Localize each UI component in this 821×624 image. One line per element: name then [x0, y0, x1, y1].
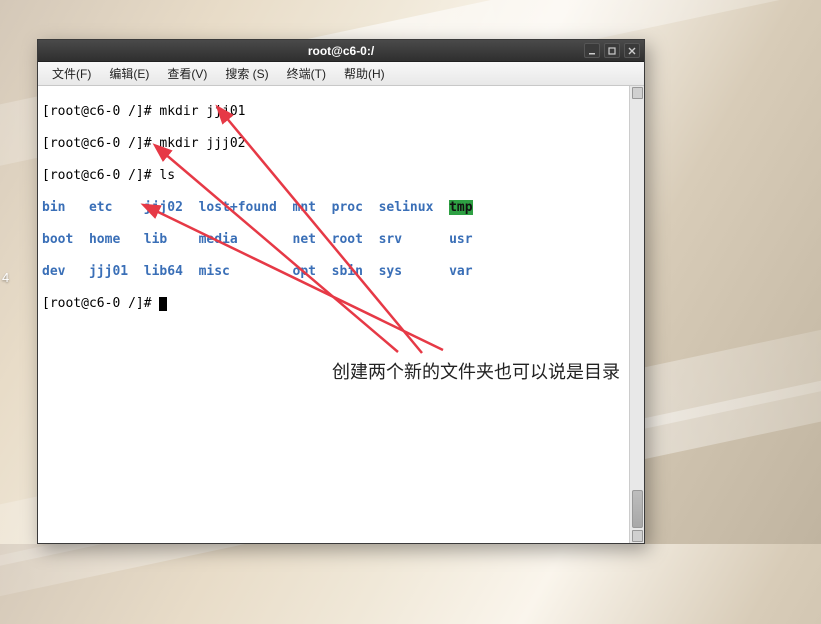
scroll-up-button[interactable] — [632, 87, 643, 99]
dir-entry: lib64 — [144, 264, 183, 279]
dir-entry: lost+found — [199, 200, 277, 215]
window-title: root@c6-0:/ — [308, 44, 374, 58]
maximize-icon — [608, 47, 616, 55]
dir-entry: proc — [332, 200, 363, 215]
dir-entry: opt — [293, 264, 316, 279]
dir-entry: etc — [89, 200, 112, 215]
ls-row: dev jjj01 lib64 misc opt sbin sys var — [42, 264, 625, 280]
window-controls — [584, 43, 640, 58]
terminal-line: [root@c6-0 /]# mkdir jjj01 — [42, 104, 625, 120]
dir-entry: net — [293, 232, 316, 247]
ls-row: boot home lib media net root srv usr — [42, 232, 625, 248]
dir-entry-tmp: tmp — [449, 200, 472, 215]
desktop-indicator: 4 — [2, 270, 9, 285]
menu-view[interactable]: 查看(V) — [159, 63, 215, 84]
dir-entry: var — [449, 264, 472, 279]
dir-entry: root — [332, 232, 363, 247]
terminal-line: [root@c6-0 /]# ls — [42, 168, 625, 184]
dir-entry: sbin — [332, 264, 363, 279]
dir-entry: media — [199, 232, 238, 247]
dir-entry: bin — [42, 200, 65, 215]
dir-entry: lib — [144, 232, 167, 247]
ls-row: bin etc jjj02 lost+found mnt proc selinu… — [42, 200, 625, 216]
menubar: 文件(F) 编辑(E) 查看(V) 搜索 (S) 终端(T) 帮助(H) — [38, 62, 644, 86]
cursor-icon — [159, 297, 167, 311]
scrollbar[interactable] — [629, 86, 644, 543]
terminal-content[interactable]: [root@c6-0 /]# mkdir jjj01 [root@c6-0 /]… — [38, 86, 629, 543]
minimize-icon — [588, 47, 596, 55]
dir-entry: misc — [199, 264, 230, 279]
terminal-line: [root@c6-0 /]# — [42, 296, 625, 312]
menu-edit[interactable]: 编辑(E) — [101, 63, 157, 84]
dir-entry: mnt — [293, 200, 316, 215]
dir-entry: srv — [379, 232, 402, 247]
minimize-button[interactable] — [584, 43, 600, 58]
dir-entry: dev — [42, 264, 65, 279]
dir-entry: usr — [449, 232, 472, 247]
dir-entry: home — [89, 232, 120, 247]
titlebar[interactable]: root@c6-0:/ — [38, 40, 644, 62]
menu-file[interactable]: 文件(F) — [44, 63, 99, 84]
close-button[interactable] — [624, 43, 640, 58]
scroll-thumb[interactable] — [632, 490, 643, 528]
terminal-window: root@c6-0:/ 文件(F) 编辑(E) 查看(V) 搜索 (S) 终端(… — [37, 39, 645, 544]
close-icon — [628, 47, 636, 55]
dir-entry: jjj01 — [89, 264, 128, 279]
scroll-down-button[interactable] — [632, 530, 643, 542]
dir-entry: jjj02 — [144, 200, 183, 215]
dir-entry: sys — [379, 264, 402, 279]
dir-entry: selinux — [379, 200, 434, 215]
terminal-line: [root@c6-0 /]# mkdir jjj02 — [42, 136, 625, 152]
dir-entry: boot — [42, 232, 73, 247]
maximize-button[interactable] — [604, 43, 620, 58]
menu-search[interactable]: 搜索 (S) — [217, 63, 276, 84]
menu-help[interactable]: 帮助(H) — [336, 63, 393, 84]
menu-terminal[interactable]: 终端(T) — [279, 63, 334, 84]
terminal-area[interactable]: [root@c6-0 /]# mkdir jjj01 [root@c6-0 /]… — [38, 86, 644, 543]
